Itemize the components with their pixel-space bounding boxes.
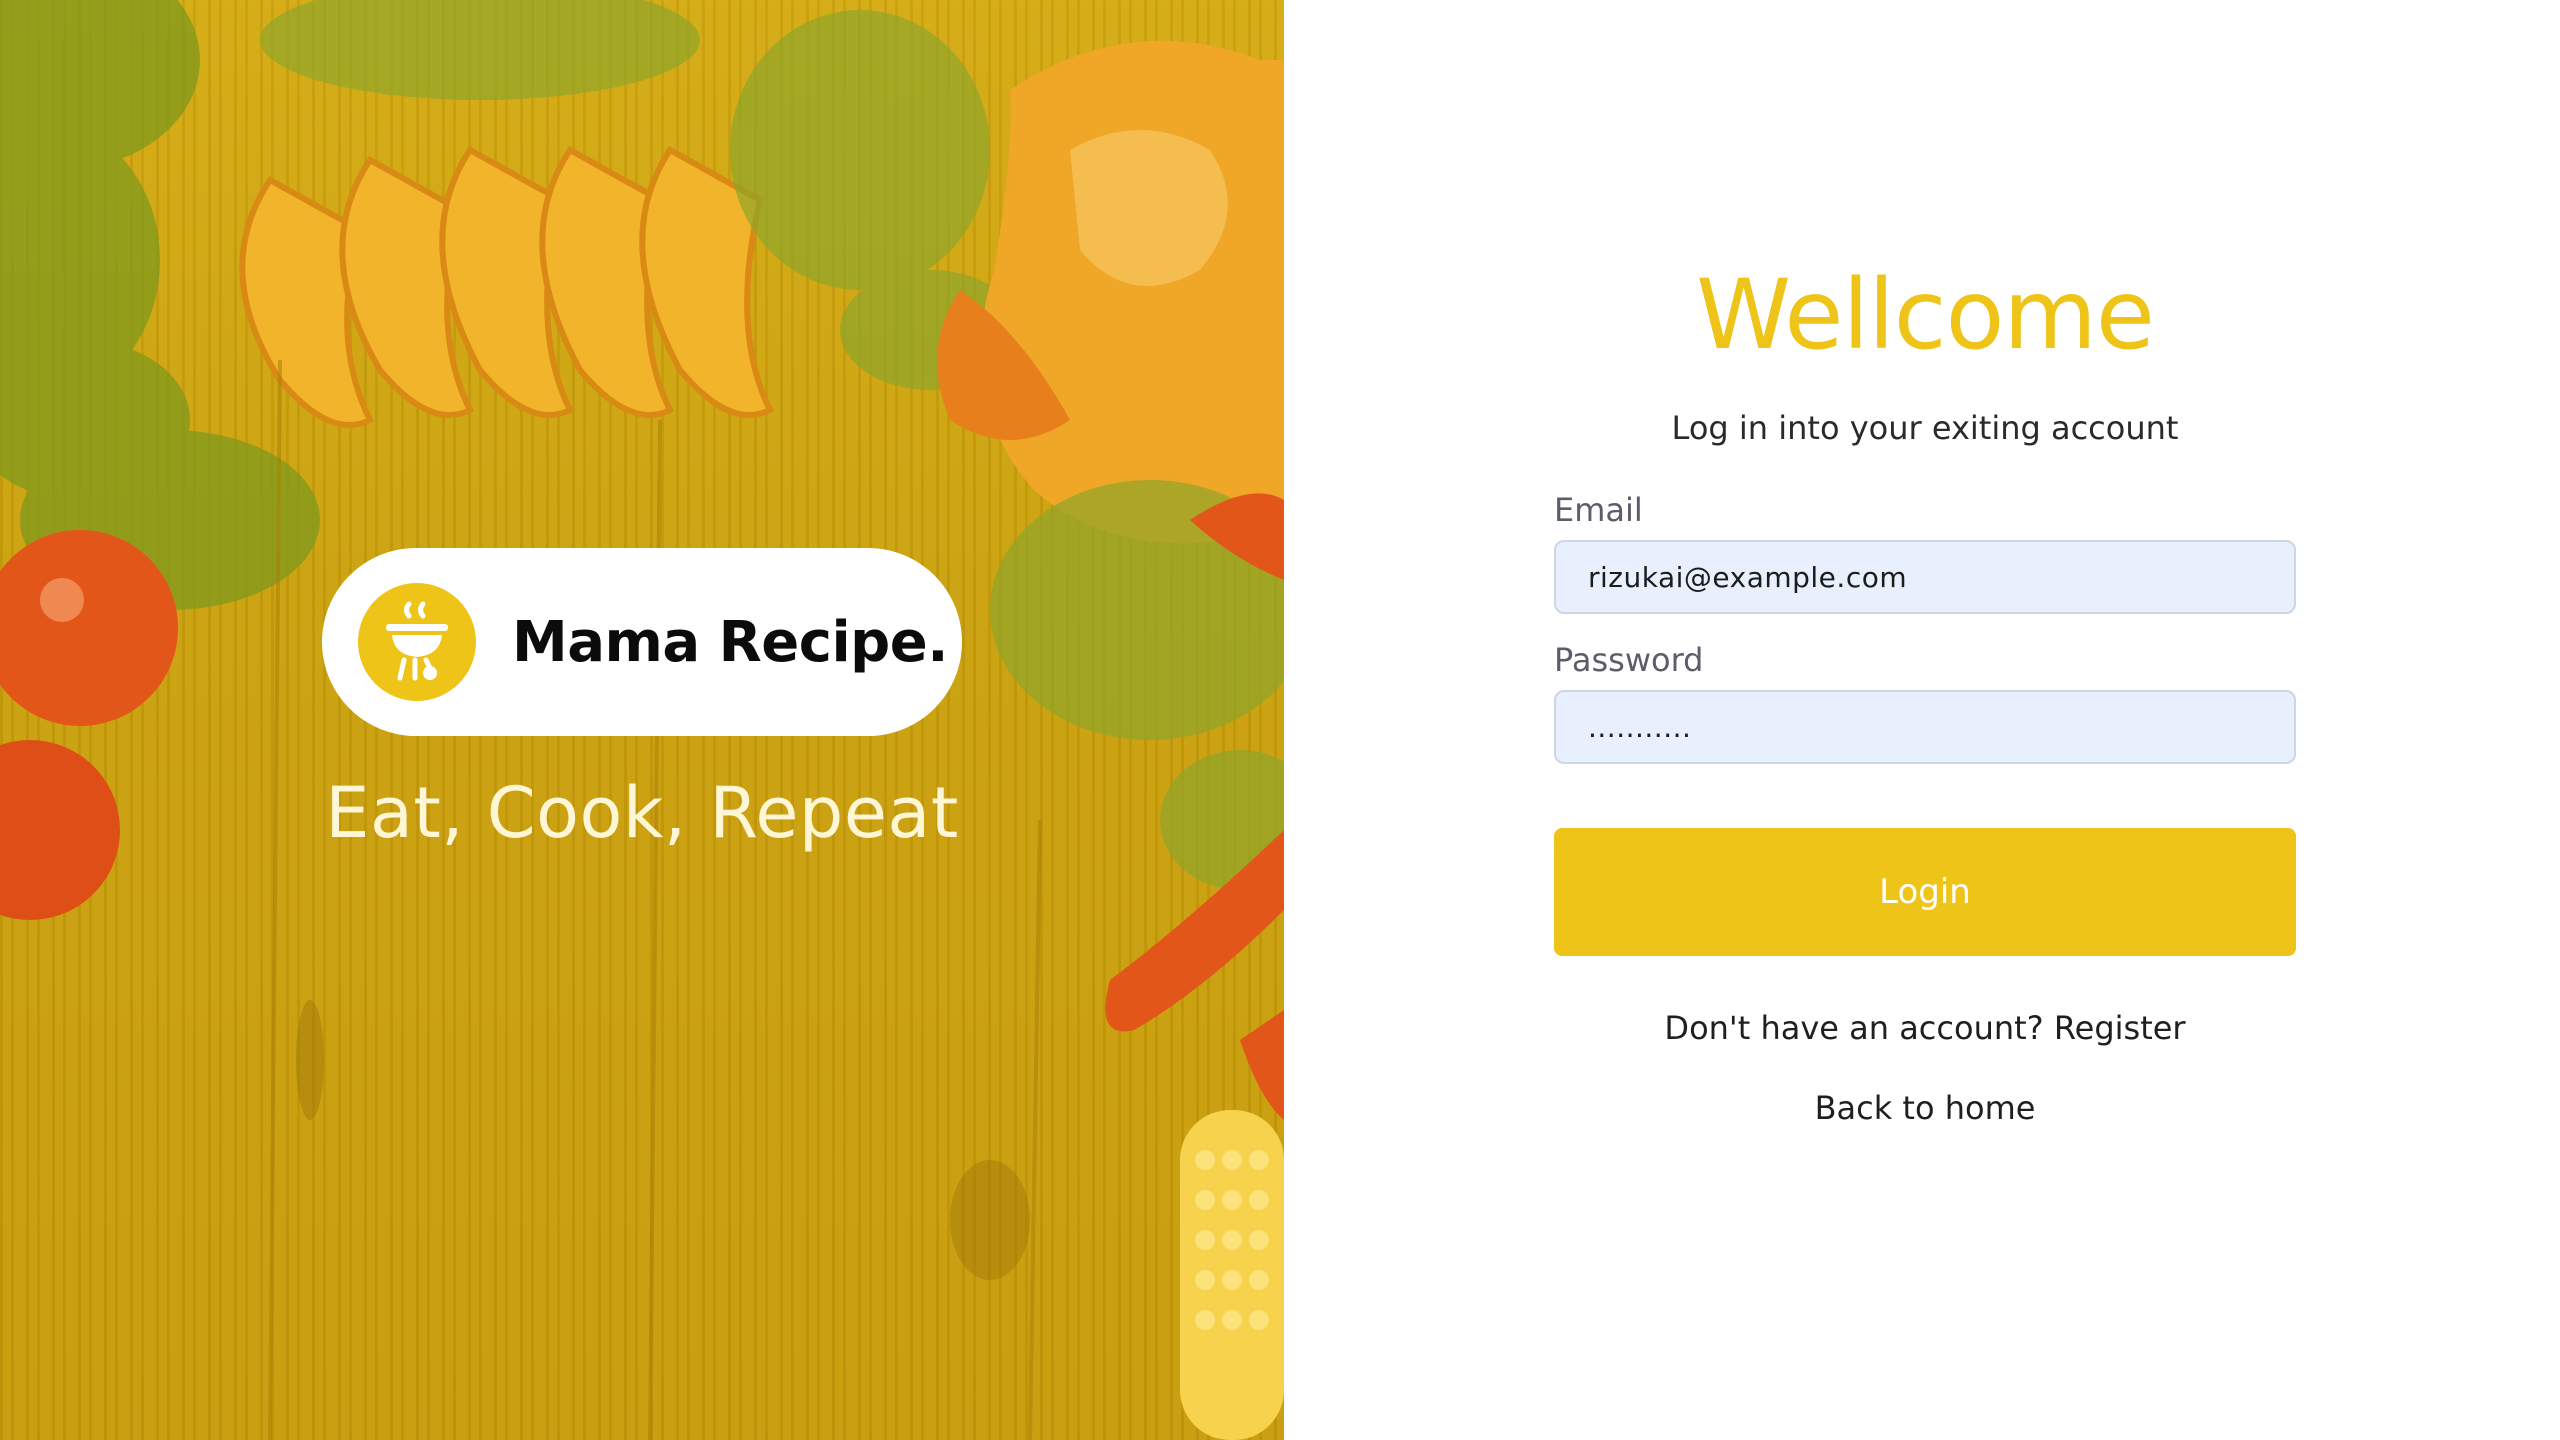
email-field[interactable] [1554, 540, 2296, 614]
brand-name: Mama Recipe. [512, 609, 948, 675]
email-label: Email [1554, 491, 1643, 529]
hero-panel: Mama Recipe. Eat, Cook, Repeat [0, 0, 1284, 1440]
tagline: Eat, Cook, Repeat [325, 772, 959, 854]
login-form: Wellcome Log in into your exiting accoun… [1554, 250, 2296, 1128]
register-link[interactable]: Register [2054, 1009, 2186, 1047]
grill-icon [358, 583, 476, 701]
password-label: Password [1554, 641, 1704, 679]
register-prompt-text: Don't have an account? [1664, 1009, 2044, 1047]
login-page: Mama Recipe. Eat, Cook, Repeat Wellcome … [0, 0, 2560, 1440]
login-button[interactable]: Login [1554, 828, 2296, 956]
back-home-line: Back to home [1554, 1088, 2296, 1128]
login-panel: Wellcome Log in into your exiting accoun… [1284, 0, 2560, 1440]
back-to-home-link[interactable]: Back to home [1815, 1089, 2036, 1127]
register-prompt: Don't have an account? Register [1554, 1008, 2296, 1048]
page-subtitle: Log in into your exiting account [1671, 409, 2179, 447]
password-field[interactable] [1554, 690, 2296, 764]
page-title: Wellcome [1696, 259, 2155, 371]
brand-badge: Mama Recipe. [322, 548, 962, 736]
